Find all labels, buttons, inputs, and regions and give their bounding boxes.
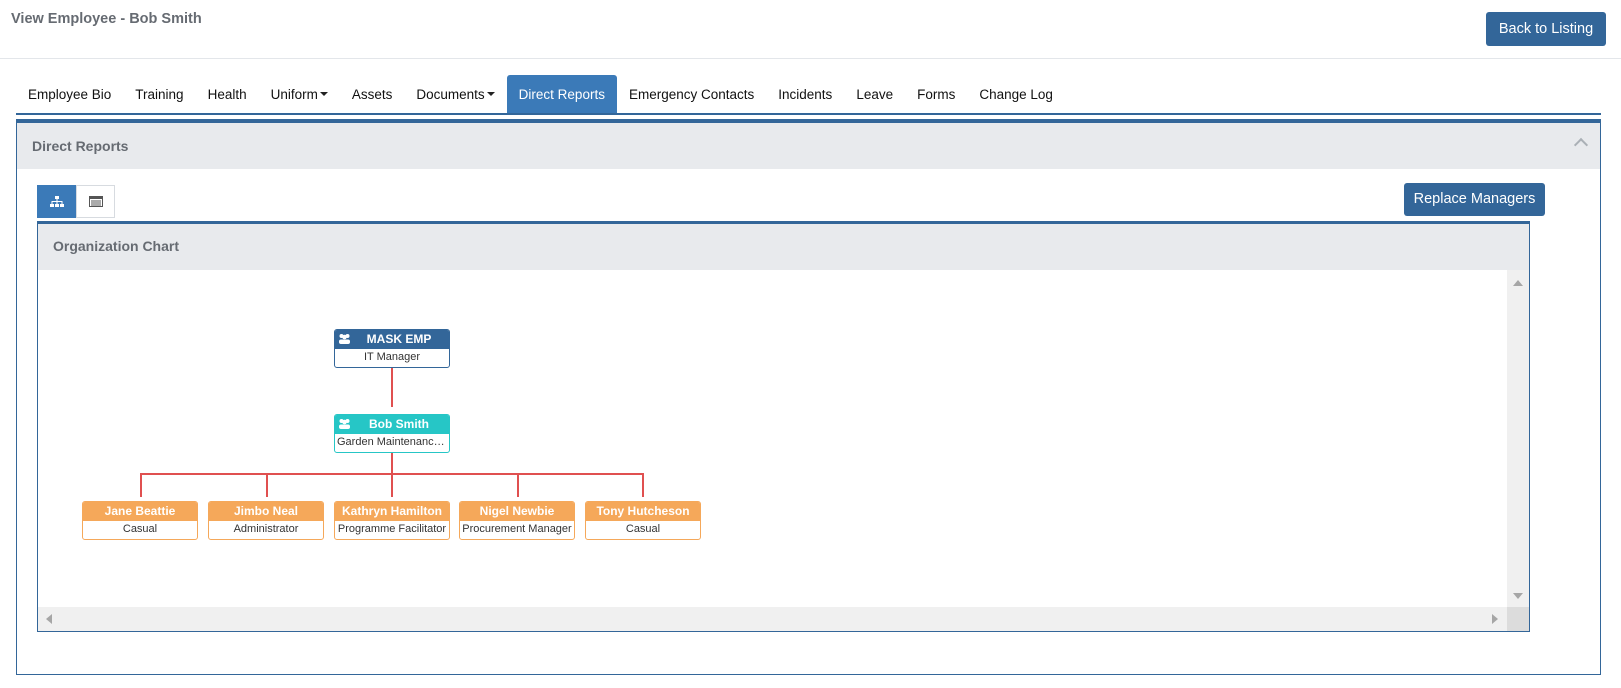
tab-emergency-contacts[interactable]: Emergency Contacts (617, 75, 766, 113)
org-node-report[interactable]: Tony Hutcheson Casual (585, 501, 701, 540)
node-name: Jimbo Neal (209, 502, 323, 521)
org-chart-panel: Organization Chart MASK EMP IT Manager B… (37, 221, 1530, 632)
direct-reports-panel: Direct Reports Replace Managers Organiza… (16, 119, 1601, 675)
horizontal-scrollbar[interactable] (38, 607, 1507, 631)
node-name: Kathryn Hamilton (335, 502, 449, 521)
tab-forms[interactable]: Forms (905, 75, 967, 113)
node-title: Casual (625, 523, 661, 535)
tab-direct-reports[interactable]: Direct Reports (506, 75, 617, 113)
tab-bar: Employee Bio Training Health Uniform Ass… (16, 75, 1601, 115)
org-node-report[interactable]: Jimbo Neal Administrator (208, 501, 324, 540)
connector-line (391, 368, 393, 407)
connector-line (517, 473, 519, 497)
table-icon (88, 196, 103, 207)
users-icon (339, 334, 350, 344)
back-to-listing-button[interactable]: Back to Listing (1486, 12, 1606, 46)
users-icon (339, 419, 350, 429)
node-name: Tony Hutcheson (586, 502, 700, 521)
org-chart-icon (49, 195, 64, 207)
caret-down-icon (319, 92, 328, 97)
connector-line (391, 473, 393, 497)
vertical-scrollbar[interactable] (1507, 270, 1529, 609)
tab-uniform[interactable]: Uniform (259, 75, 340, 113)
tab-leave[interactable]: Leave (844, 75, 905, 113)
node-name: Jane Beattie (83, 502, 197, 521)
panel-header: Direct Reports (17, 123, 1600, 169)
page-title: View Employee - Bob Smith (11, 11, 202, 27)
tab-assets[interactable]: Assets (340, 75, 405, 113)
org-node-report[interactable]: Jane Beattie Casual (82, 501, 198, 540)
tab-incidents[interactable]: Incidents (766, 75, 844, 113)
connector-line (266, 473, 268, 497)
table-view-button[interactable] (76, 185, 115, 218)
scroll-up-arrow-icon[interactable] (1513, 280, 1523, 286)
replace-managers-button[interactable]: Replace Managers (1404, 183, 1545, 216)
caret-down-icon (486, 92, 495, 97)
tab-training[interactable]: Training (123, 75, 195, 113)
view-toggle (37, 185, 115, 218)
tab-health[interactable]: Health (196, 75, 259, 113)
org-node-report[interactable]: Nigel Newbie Procurement Manager (459, 501, 575, 540)
org-node-current-employee[interactable]: Bob Smith Garden Maintenance... (334, 414, 450, 453)
connector-line (140, 473, 142, 497)
tab-employee-bio[interactable]: Employee Bio (16, 75, 123, 113)
connector-line (642, 473, 644, 497)
node-title: Administrator (233, 523, 299, 535)
collapse-chevron-icon[interactable] (1573, 137, 1589, 153)
connector-line (391, 453, 393, 475)
node-name: Bob Smith (369, 417, 429, 431)
node-title: Casual (122, 523, 158, 535)
panel-title: Direct Reports (32, 138, 129, 154)
scroll-right-arrow-icon[interactable] (1492, 614, 1498, 624)
node-title: Programme Facilitator (337, 523, 447, 535)
org-chart-view-button[interactable] (37, 185, 76, 218)
tab-change-log[interactable]: Change Log (967, 75, 1065, 113)
org-chart-title: Organization Chart (38, 224, 1529, 270)
org-chart-canvas[interactable]: MASK EMP IT Manager Bob Smith Garden Mai… (38, 270, 1507, 609)
org-node-manager[interactable]: MASK EMP IT Manager (334, 329, 450, 368)
tab-documents[interactable]: Documents (404, 75, 506, 113)
node-name: MASK EMP (366, 332, 432, 346)
page-header: View Employee - Bob Smith Back to Listin… (0, 0, 1621, 59)
node-title: IT Manager (363, 351, 421, 363)
node-title: Procurement Manager (462, 523, 572, 535)
org-node-report[interactable]: Kathryn Hamilton Programme Facilitator (334, 501, 450, 540)
scroll-left-arrow-icon[interactable] (46, 614, 52, 624)
scrollbar-corner (1507, 607, 1529, 631)
scroll-down-arrow-icon[interactable] (1513, 593, 1523, 599)
node-name: Nigel Newbie (460, 502, 574, 521)
node-title: Garden Maintenance... (337, 436, 449, 448)
